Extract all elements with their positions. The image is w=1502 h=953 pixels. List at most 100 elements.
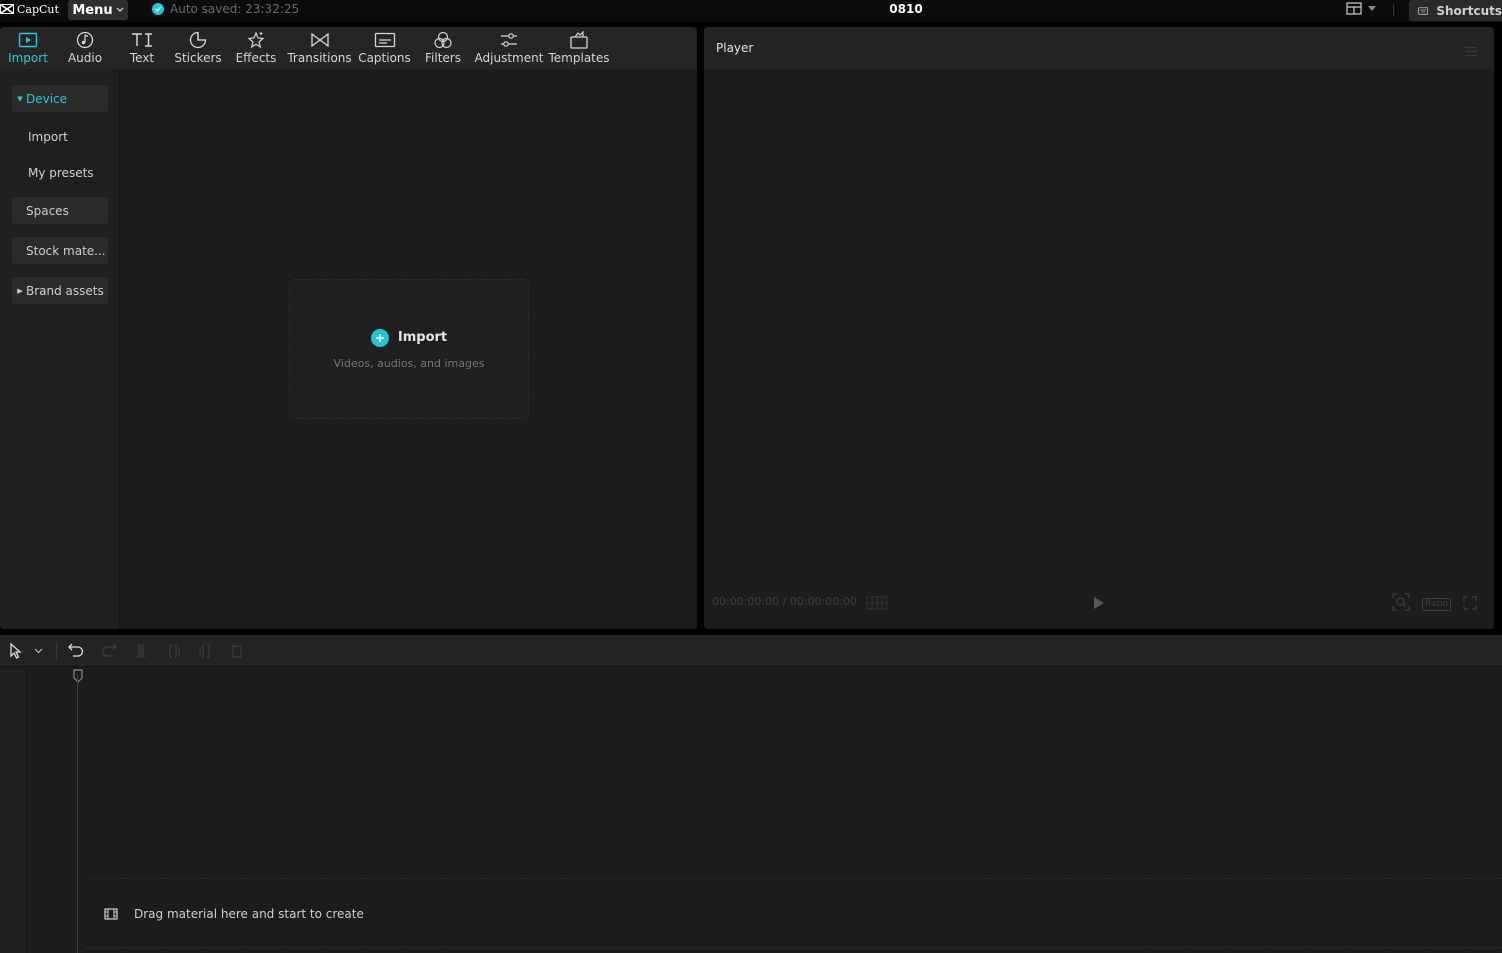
undo-icon xyxy=(68,643,84,657)
menu-button[interactable]: Menu xyxy=(68,0,128,20)
sidebar-item-my-presets[interactable]: My presets xyxy=(12,159,108,186)
play-button[interactable] xyxy=(1093,595,1105,614)
sidebar-item-import[interactable]: Import xyxy=(12,123,108,150)
import-title: Import xyxy=(397,330,448,345)
import-subtitle: Videos, audios, and images xyxy=(333,356,485,370)
zoom-fit-button[interactable] xyxy=(1392,593,1410,615)
tab-templates[interactable]: Templates xyxy=(548,27,610,69)
hamburger-icon xyxy=(1465,46,1477,57)
tab-import[interactable]: Import xyxy=(6,27,50,69)
filters-icon xyxy=(434,31,452,49)
undo-button[interactable] xyxy=(68,643,84,657)
tab-adjustment[interactable]: Adjustment xyxy=(474,27,544,69)
caret-down-icon: ▼ xyxy=(17,94,23,103)
ratio-button[interactable]: Ratio xyxy=(1422,597,1452,611)
plus-icon xyxy=(370,328,389,347)
tab-audio[interactable]: Audio xyxy=(64,27,106,69)
toolbar-divider xyxy=(56,643,57,659)
player-panel: Player 00:00:00:00 / 00:00:00:00 Ratio xyxy=(704,27,1494,629)
capcut-logo-icon xyxy=(0,4,14,14)
delete-left-button[interactable] xyxy=(167,643,181,659)
check-icon xyxy=(152,3,164,15)
playhead-handle[interactable] xyxy=(73,668,83,687)
playhead-line xyxy=(77,673,78,953)
title-bar: CapCut Menu Auto saved: 23:32:25 0810 Sh… xyxy=(0,0,1502,22)
track-header-column xyxy=(0,668,27,953)
sidebar-item-label: Device xyxy=(26,91,68,106)
app-logo-text: CapCut xyxy=(17,2,59,16)
delete-right-button[interactable] xyxy=(198,643,212,659)
tab-transitions[interactable]: Transitions xyxy=(287,27,352,69)
media-panel: Import Audio Text Stickers Effects Trans… xyxy=(0,27,697,629)
tab-effects-label: Effects xyxy=(235,51,277,65)
project-title: 0810 xyxy=(889,2,923,16)
delete-button[interactable] xyxy=(230,643,244,659)
sidebar-item-label: My presets xyxy=(28,165,94,180)
tab-text-label: Text xyxy=(129,51,155,65)
shortcuts-label: Shortcuts xyxy=(1436,3,1502,18)
film-icon xyxy=(104,908,118,920)
fullscreen-icon xyxy=(1463,595,1477,610)
tab-captions[interactable]: Captions xyxy=(357,27,412,69)
timecode-grid-button[interactable] xyxy=(866,595,888,614)
titlebar-divider xyxy=(1393,4,1394,16)
playhead-icon xyxy=(73,669,83,683)
caret-down-icon xyxy=(1368,6,1376,11)
adjustment-icon xyxy=(501,33,517,47)
select-tool-button[interactable] xyxy=(9,643,23,659)
autosave-text: Auto saved: 23:32:25 xyxy=(170,2,300,16)
transitions-icon xyxy=(310,32,329,48)
redo-button[interactable] xyxy=(101,643,117,657)
shortcuts-button[interactable]: Shortcuts xyxy=(1409,0,1502,21)
sidebar-item-brand-assets[interactable]: ▶ Brand assets xyxy=(12,277,108,304)
sticker-icon xyxy=(189,31,207,49)
keyboard-icon xyxy=(1418,6,1429,15)
tab-adjustment-label: Adjustment xyxy=(474,51,544,65)
tab-filters-label: Filters xyxy=(425,51,461,65)
sidebar-item-device[interactable]: ▼ Device xyxy=(12,85,108,112)
tab-text[interactable]: Text xyxy=(124,27,160,69)
play-icon xyxy=(1094,597,1104,609)
redo-icon xyxy=(101,643,117,657)
sidebar-item-spaces[interactable]: Spaces xyxy=(12,197,108,224)
text-icon xyxy=(132,33,152,47)
player-timecode: 00:00:00:00 / 00:00:00:00 xyxy=(712,595,857,608)
import-button[interactable]: Import xyxy=(370,328,448,347)
layout-icon xyxy=(1346,2,1362,15)
sidebar-item-label: Import xyxy=(28,129,68,144)
grid-icon xyxy=(866,596,888,610)
captions-icon xyxy=(374,32,395,48)
sidebar-item-label: Stock mate... xyxy=(26,243,106,258)
tab-templates-label: Templates xyxy=(548,51,610,65)
autosave-status: Auto saved: 23:32:25 xyxy=(152,2,299,16)
trim-right-icon xyxy=(199,644,210,658)
chevron-down-icon xyxy=(116,7,124,12)
tab-filters[interactable]: Filters xyxy=(423,27,463,69)
zoom-fit-icon xyxy=(1392,593,1410,611)
trash-icon xyxy=(232,645,242,658)
drag-hint-text: Drag material here and start to create xyxy=(134,907,364,921)
player-header: Player xyxy=(704,27,1494,69)
sidebar-item-label: Brand assets xyxy=(26,283,104,298)
sidebar-item-stock-material[interactable]: Stock mate... xyxy=(12,237,108,264)
select-tool-dropdown[interactable] xyxy=(34,648,43,654)
layout-button[interactable] xyxy=(1346,2,1376,15)
tab-stickers[interactable]: Stickers xyxy=(173,27,223,69)
drag-hint: Drag material here and start to create xyxy=(104,907,364,921)
tab-import-label: Import xyxy=(8,51,48,65)
import-dropzone[interactable]: Import Videos, audios, and images xyxy=(289,279,529,419)
trim-left-icon xyxy=(169,644,180,658)
player-menu-button[interactable] xyxy=(1464,42,1478,61)
tab-stickers-label: Stickers xyxy=(174,51,222,65)
caret-right-icon: ▶ xyxy=(17,286,23,295)
timeline-panel: Drag material here and start to create xyxy=(0,635,1502,953)
fullscreen-button[interactable] xyxy=(1463,595,1477,614)
effects-icon xyxy=(247,31,265,49)
split-button[interactable] xyxy=(134,643,148,659)
tab-effects[interactable]: Effects xyxy=(235,27,277,69)
templates-icon xyxy=(570,31,588,49)
media-sidebar: ▼ Device Import My presets Spaces Stock … xyxy=(0,69,120,629)
split-icon xyxy=(137,644,145,658)
player-controls: Ratio xyxy=(1392,593,1477,615)
app-logo: CapCut xyxy=(0,1,59,17)
